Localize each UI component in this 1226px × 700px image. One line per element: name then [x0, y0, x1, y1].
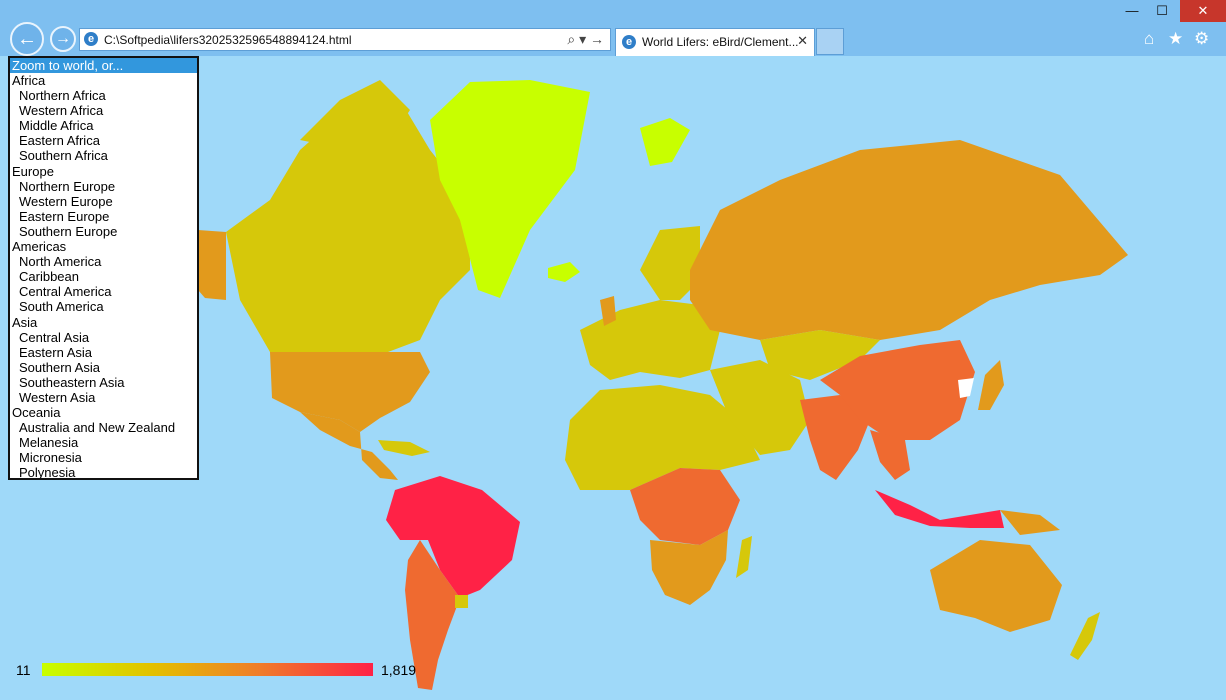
option-caribbean[interactable]: Caribbean [10, 269, 197, 284]
option-micronesia[interactable]: Micronesia [10, 450, 197, 465]
option-southern-asia[interactable]: Southern Asia [10, 360, 197, 375]
ie-tab-icon: e [622, 35, 636, 49]
minimize-icon: — [1125, 3, 1139, 18]
favorites-star-icon[interactable]: ★ [1168, 29, 1183, 49]
option-southern-europe[interactable]: Southern Europe [10, 224, 197, 239]
option-north-america[interactable]: North America [10, 254, 197, 269]
option-western-asia[interactable]: Western Asia [10, 390, 197, 405]
close-window-button[interactable]: ✕ [1180, 0, 1226, 22]
option-africa[interactable]: Africa [10, 73, 197, 88]
option-middle-africa[interactable]: Middle Africa [10, 118, 197, 133]
option-northern-africa[interactable]: Northern Africa [10, 88, 197, 103]
option-eastern-africa[interactable]: Eastern Africa [10, 133, 197, 148]
address-url: C:\Softpedia\lifers3202532596548894124.h… [104, 33, 352, 47]
forward-arrow-icon: → [55, 30, 71, 47]
settings-gear-icon[interactable]: ⚙ [1194, 29, 1209, 49]
option-southeastern-asia[interactable]: Southeastern Asia [10, 375, 197, 390]
option-eastern-europe[interactable]: Eastern Europe [10, 209, 197, 224]
address-bar[interactable]: e C:\Softpedia\lifers3202532596548894124… [79, 28, 611, 51]
map-region-alaska[interactable] [198, 230, 226, 300]
option-europe[interactable]: Europe [10, 164, 197, 179]
maximize-icon: ☐ [1156, 3, 1168, 18]
option-central-asia[interactable]: Central Asia [10, 330, 197, 345]
tab-world-lifers[interactable]: e World Lifers: eBird/Clement... ✕ [615, 28, 815, 56]
maximize-button[interactable]: ☐ [1140, 0, 1184, 22]
option-polynesia[interactable]: Polynesia [10, 465, 197, 478]
option-americas[interactable]: Americas [10, 239, 197, 254]
region-zoom-select[interactable]: Zoom to world, or... Africa Northern Afr… [8, 56, 199, 480]
address-tools-icons[interactable]: ⌕ ▾ → [567, 31, 604, 48]
new-tab-button[interactable] [816, 28, 844, 55]
option-southern-africa[interactable]: Southern Africa [10, 148, 197, 163]
back-arrow-icon: ← [17, 28, 37, 50]
back-button[interactable]: ← [10, 22, 44, 56]
home-icon[interactable]: ⌂ [1144, 29, 1154, 49]
selected-option[interactable]: Zoom to world, or... [10, 58, 197, 73]
legend-color-scale [42, 663, 373, 676]
option-eastern-asia[interactable]: Eastern Asia [10, 345, 197, 360]
legend-min-value: 11 [16, 662, 31, 678]
tab-title: World Lifers: eBird/Clement... [642, 35, 799, 49]
map-region-uruguay[interactable] [455, 595, 468, 608]
option-australia-new-zealand[interactable]: Australia and New Zealand [10, 420, 197, 435]
option-oceania[interactable]: Oceania [10, 405, 197, 420]
option-asia[interactable]: Asia [10, 315, 197, 330]
tab-close-icon[interactable]: ✕ [797, 33, 808, 49]
legend-max-value: 1,819 [381, 662, 417, 678]
forward-button[interactable]: → [50, 26, 76, 52]
option-central-america[interactable]: Central America [10, 284, 197, 299]
option-melanesia[interactable]: Melanesia [10, 435, 197, 450]
option-western-europe[interactable]: Western Europe [10, 194, 197, 209]
option-south-america[interactable]: South America [10, 299, 197, 314]
close-icon: ✕ [1197, 3, 1209, 18]
option-western-africa[interactable]: Western Africa [10, 103, 197, 118]
option-northern-europe[interactable]: Northern Europe [10, 179, 197, 194]
ie-page-icon: e [84, 32, 98, 46]
